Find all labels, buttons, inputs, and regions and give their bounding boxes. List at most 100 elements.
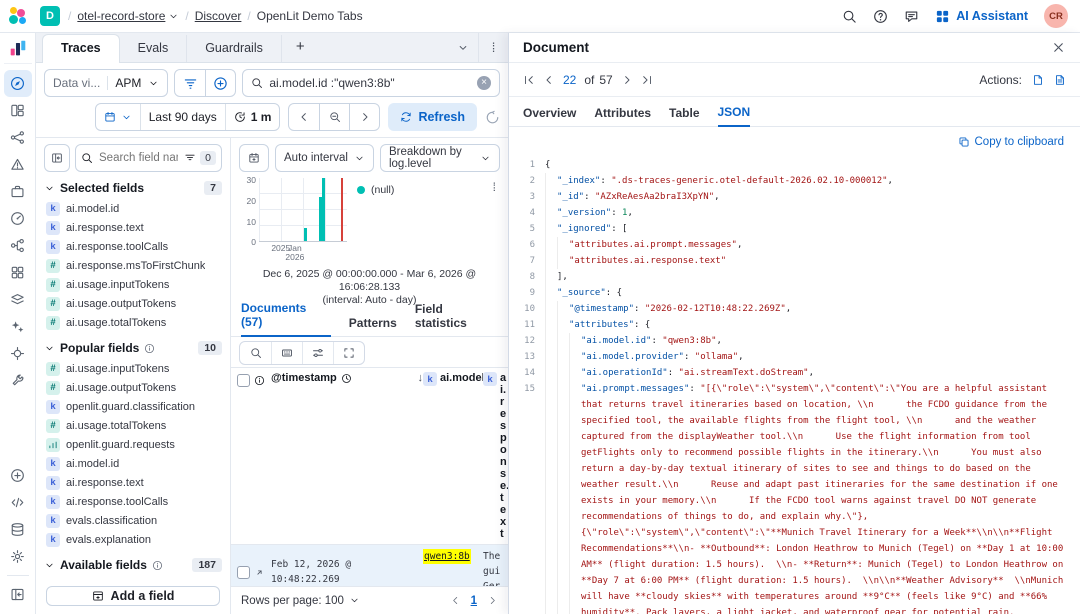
column-header-response-text[interactable]: k ai.response.text (483, 372, 508, 540)
previous-document-icon[interactable] (543, 74, 555, 86)
refresh-button[interactable]: Refresh (388, 103, 477, 131)
display-options-button[interactable] (271, 342, 302, 364)
help-icon[interactable] (873, 9, 888, 24)
rail-item-profiling[interactable] (4, 340, 32, 367)
breadcrumb-project[interactable]: otel-record-store (77, 9, 179, 23)
documents-tab-documents-[interactable]: Documents (57) (241, 301, 331, 337)
elastic-logo-icon[interactable] (8, 6, 28, 26)
field-search-input[interactable] (97, 151, 180, 165)
rail-item-ai[interactable] (4, 313, 32, 340)
field-filter-icon[interactable] (184, 152, 196, 164)
field-item[interactable]: openlit.guard.requests (44, 435, 222, 454)
row-checkbox[interactable] (237, 566, 250, 579)
next-document-icon[interactable] (621, 74, 633, 86)
chart-menu-button[interactable]: ⁞ (489, 178, 500, 266)
flyout-tab-table[interactable]: Table (669, 106, 699, 126)
rail-item-servicemap[interactable] (4, 232, 32, 259)
clear-query-icon[interactable]: × (477, 76, 491, 90)
edit-visualization-button[interactable] (239, 144, 269, 172)
query-input[interactable]: ai.model.id :"qwen3:8b" × (242, 69, 500, 97)
field-item[interactable]: #ai.usage.inputTokens (44, 359, 222, 378)
flyout-tab-json[interactable]: JSON (718, 105, 751, 127)
column-header-timestamp[interactable]: @timestamp ↓ (271, 372, 423, 384)
rows-per-page-select[interactable]: Rows per page: 100 (241, 595, 360, 607)
sort-fields-button[interactable] (302, 342, 333, 364)
field-section-selected-fields[interactable]: Selected fields7 (44, 181, 222, 195)
field-item[interactable]: #ai.usage.outputTokens (44, 378, 222, 397)
field-item[interactable]: kai.model.id (44, 199, 222, 218)
chart-legend[interactable]: (null) (347, 178, 489, 266)
rail-item-collapse-nav[interactable] (4, 581, 32, 608)
field-item[interactable]: kai.response.text (44, 218, 222, 237)
expand-document-icon[interactable] (254, 567, 265, 578)
rail-item-discover[interactable] (4, 70, 32, 97)
data-view-selector[interactable]: Data vi... APM (44, 69, 168, 97)
tab-menu-button[interactable]: ⁞ (478, 33, 508, 62)
field-item[interactable]: kevals.classification (44, 511, 222, 530)
page-next-icon[interactable] (487, 595, 498, 606)
json-viewer[interactable]: 1{2"_index": ".ds-traces-generic.otel-de… (509, 153, 1080, 614)
documents-tab-field-statistics[interactable]: Field statistics (415, 302, 498, 336)
rail-item-slos[interactable] (4, 205, 32, 232)
collapse-sidebar-button[interactable] (44, 144, 70, 172)
histogram-chart[interactable]: 3020100 2025Jan 2026 (null) ⁞ (231, 174, 508, 266)
tab-list-dropdown-button[interactable] (448, 33, 478, 62)
rail-item-code[interactable] (4, 489, 32, 516)
rail-item-inventory[interactable] (4, 259, 32, 286)
breadcrumb-app[interactable]: Discover (195, 9, 242, 23)
rail-item-cases[interactable] (4, 178, 32, 205)
rail-item-alerts[interactable] (4, 151, 32, 178)
histogram-bar[interactable] (304, 228, 307, 241)
last-document-icon[interactable] (641, 74, 653, 86)
filter-button[interactable] (175, 69, 205, 97)
date-picker-button[interactable] (96, 104, 140, 130)
ai-assistant-button[interactable]: AI Assistant (935, 9, 1028, 24)
field-item[interactable]: kai.response.text (44, 473, 222, 492)
time-back-button[interactable] (289, 103, 319, 131)
field-item[interactable]: kai.response.toolCalls (44, 492, 222, 511)
rail-item-ml[interactable] (4, 286, 32, 313)
rail-item-settings[interactable] (4, 543, 32, 570)
interval-select[interactable]: Auto interval (275, 144, 374, 172)
field-item[interactable]: #ai.usage.outputTokens (44, 294, 222, 313)
page-number[interactable]: 1 (471, 595, 477, 607)
rail-item-devtools[interactable] (4, 367, 32, 394)
document-row[interactable]: Feb 12, 2026 @ 10:48:22.269qwen3:8bThe g… (231, 545, 508, 586)
copy-to-clipboard-button[interactable]: Copy to clipboard (958, 136, 1065, 148)
field-item[interactable]: kai.model.id (44, 454, 222, 473)
add-filter-button[interactable] (205, 69, 235, 97)
session-tab-evals[interactable]: Evals (120, 35, 188, 62)
time-range-label[interactable]: Last 90 days (140, 104, 225, 130)
field-item[interactable]: kai.response.toolCalls (44, 237, 222, 256)
select-all-checkbox[interactable] (237, 374, 250, 387)
field-search[interactable]: 0 (75, 144, 222, 172)
breakdown-select[interactable]: Breakdown by log.level (380, 144, 500, 172)
view-surrounding-documents-icon[interactable] (1054, 74, 1066, 86)
rail-item-stack[interactable] (4, 516, 32, 543)
page-prev-icon[interactable] (450, 595, 461, 606)
avatar[interactable]: CR (1044, 4, 1068, 28)
grid-search-button[interactable] (240, 342, 271, 364)
app-logo-icon[interactable] (4, 39, 32, 64)
view-single-document-icon[interactable] (1032, 74, 1044, 86)
rail-item-add[interactable] (4, 462, 32, 489)
field-item[interactable]: #ai.usage.totalTokens (44, 313, 222, 332)
feedback-icon[interactable] (904, 9, 919, 24)
field-item[interactable]: kevals.explanation (44, 530, 222, 549)
rail-item-dashboards[interactable] (4, 97, 32, 124)
field-item[interactable]: #ai.usage.totalTokens (44, 416, 222, 435)
documents-tab-patterns[interactable]: Patterns (349, 316, 397, 336)
fullscreen-button[interactable] (333, 342, 364, 364)
close-flyout-icon[interactable] (1051, 40, 1066, 55)
refresh-interval-button[interactable]: 1 m (225, 104, 280, 130)
space-badge[interactable]: D (40, 6, 60, 26)
time-zoom-out-button[interactable] (319, 103, 349, 131)
flyout-tab-attributes[interactable]: Attributes (594, 106, 651, 126)
field-item[interactable]: kopenlit.guard.classification (44, 397, 222, 416)
time-forward-button[interactable] (349, 103, 379, 131)
add-tab-button[interactable]: + (282, 34, 319, 62)
add-field-button[interactable]: Add a field (46, 586, 220, 606)
column-header-model[interactable]: k ai.model.id (423, 372, 483, 386)
histogram-bar[interactable] (322, 178, 325, 241)
field-item[interactable]: #ai.response.msToFirstChunk (44, 256, 222, 275)
